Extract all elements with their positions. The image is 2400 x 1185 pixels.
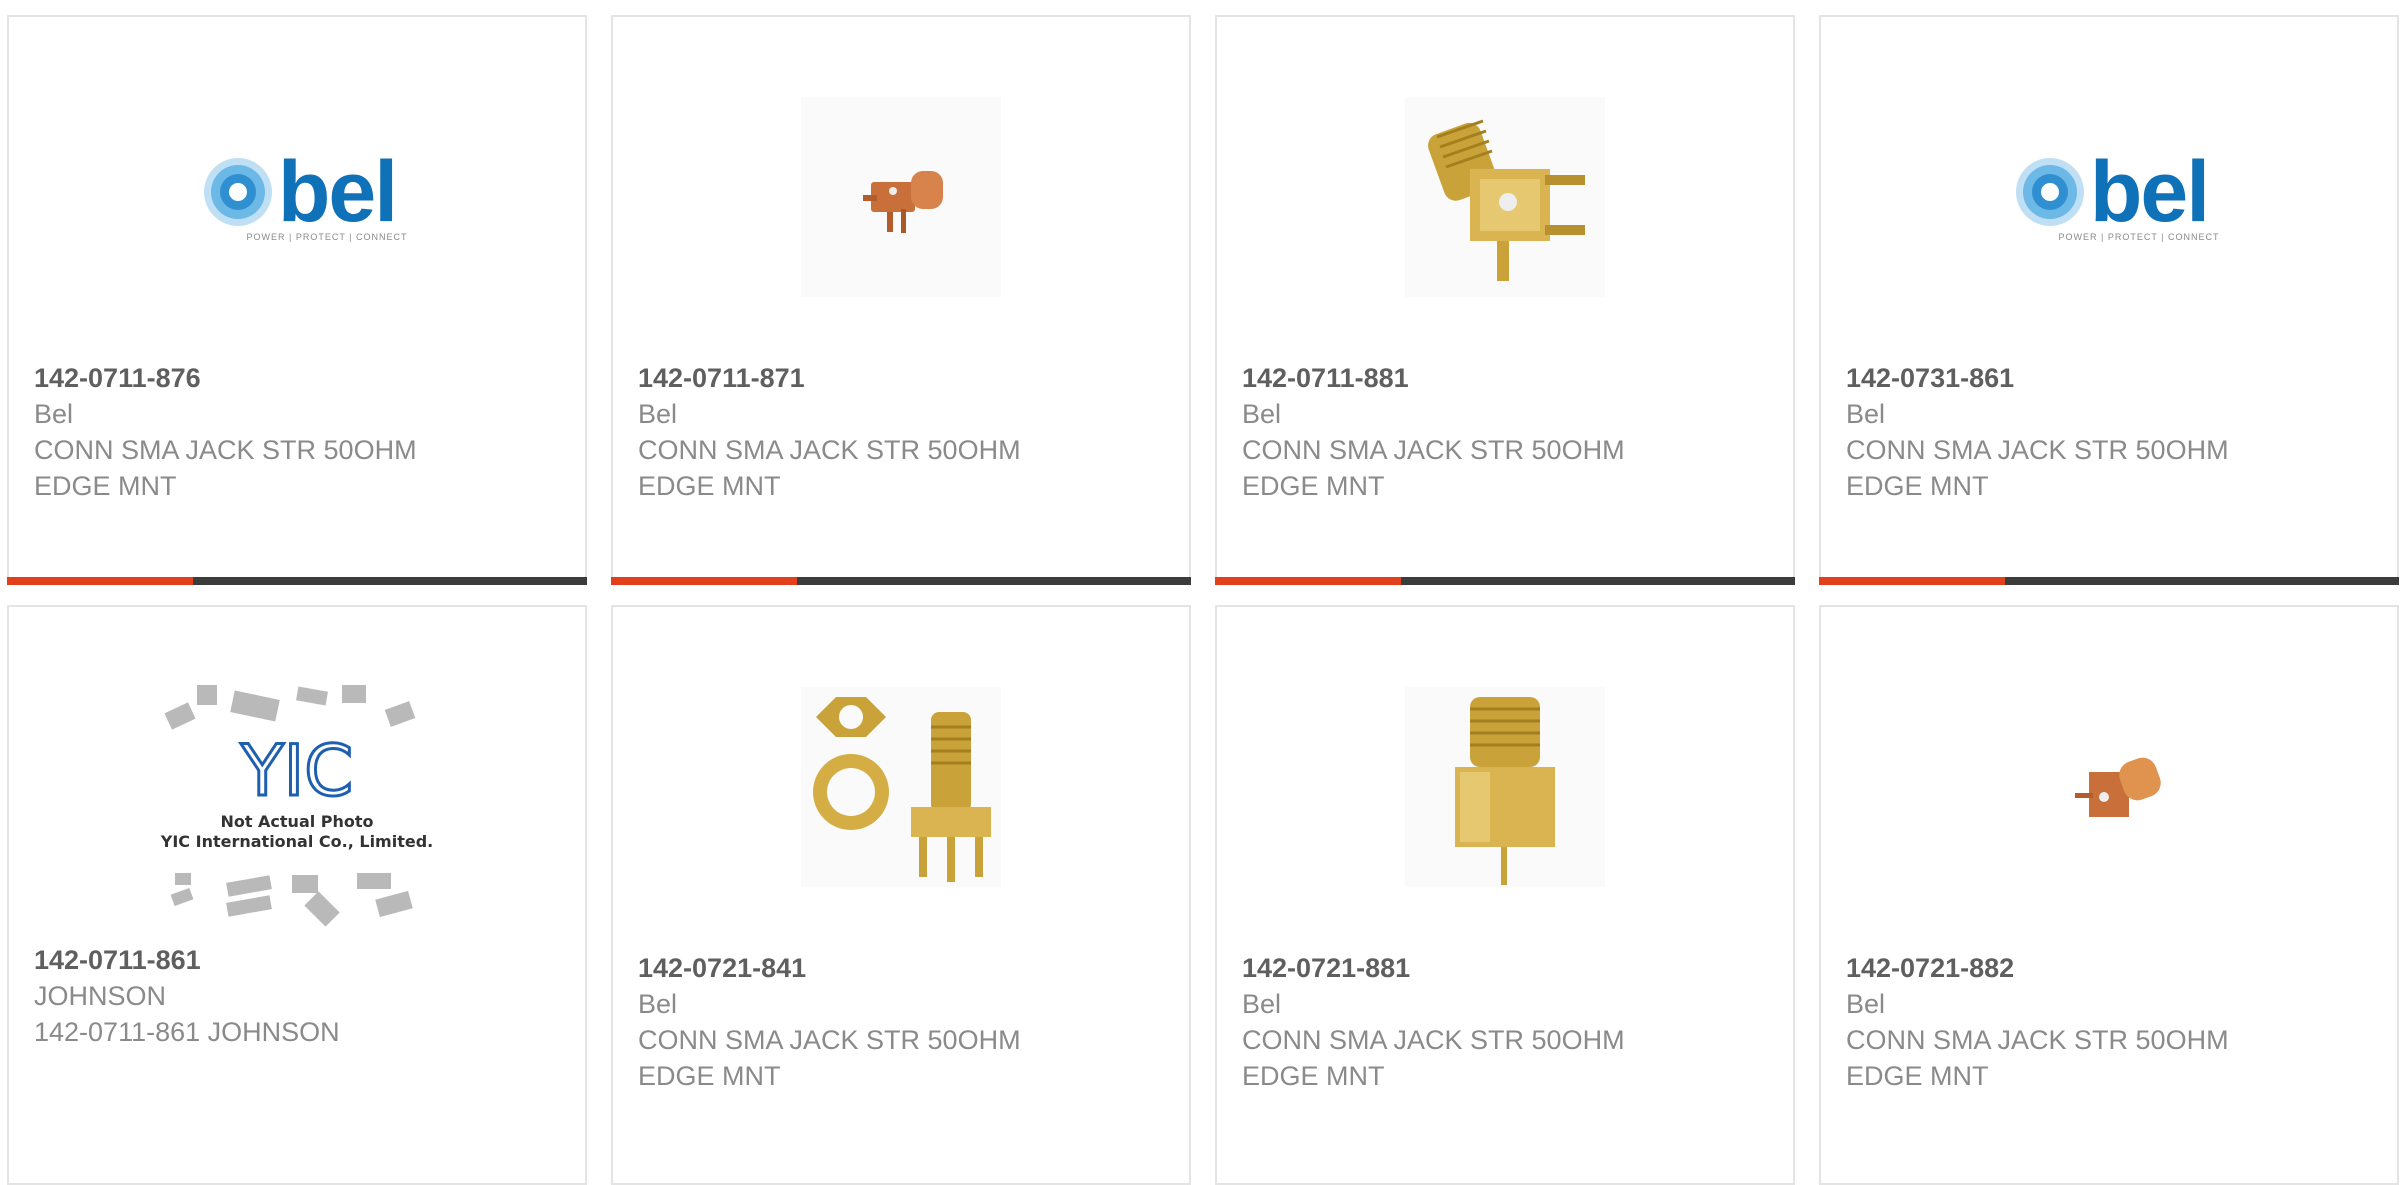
description: CONN SMA JACK STR 50OHM EDGE MNT: [1846, 435, 2229, 501]
progress-fill: [7, 577, 193, 585]
product-card[interactable]: YIC Not Actual Photo YIC International C…: [7, 605, 587, 1185]
manufacturer: Bel: [638, 989, 678, 1019]
bel-globe-icon: [2015, 158, 2084, 226]
bel-logo: bel POWER | PROTECT | CONNECT: [186, 144, 408, 242]
manufacturer: Bel: [34, 399, 74, 429]
product-card[interactable]: 142-0721-881 Bel CONN SMA JACK STR 50OHM…: [1215, 605, 1795, 1185]
product-image[interactable]: [1821, 667, 2397, 907]
placeholder-company: YIC International Co., Limited.: [160, 832, 433, 851]
gold-sma-with-nut-image: [801, 687, 1001, 887]
description: 142-0711-861 JOHNSON: [34, 1017, 340, 1047]
product-card[interactable]: 142-0721-882 Bel CONN SMA JACK STR 50OHM…: [1819, 605, 2399, 1185]
copper-connector-image: [2009, 687, 2209, 887]
product-image[interactable]: [1217, 77, 1793, 317]
part-number[interactable]: 142-0711-861: [34, 942, 565, 978]
part-number[interactable]: 142-0721-841: [638, 950, 1169, 986]
yic-logo: YIC: [240, 730, 353, 812]
description: CONN SMA JACK STR 50OHM EDGE MNT: [1242, 435, 1625, 501]
manufacturer: JOHNSON: [34, 981, 167, 1011]
progress-bar: [611, 577, 1191, 585]
product-card[interactable]: bel POWER | PROTECT | CONNECT 142-0711-8…: [7, 15, 587, 585]
part-number[interactable]: 142-0721-881: [1242, 950, 1773, 986]
bel-logo: bel POWER | PROTECT | CONNECT: [1998, 144, 2220, 242]
part-number[interactable]: 142-0711-871: [638, 360, 1169, 396]
manufacturer: Bel: [1242, 399, 1282, 429]
gold-vertical-sma-image: [1405, 687, 1605, 887]
product-image[interactable]: [613, 667, 1189, 907]
progress-bar: [7, 577, 587, 585]
part-number[interactable]: 142-0721-882: [1846, 950, 2377, 986]
description: CONN SMA JACK STR 50OHM EDGE MNT: [638, 435, 1021, 501]
product-card[interactable]: 142-0721-841 Bel CONN SMA JACK STR 50OHM…: [611, 605, 1191, 1185]
description: CONN SMA JACK STR 50OHM EDGE MNT: [1846, 1025, 2229, 1091]
progress-fill: [1819, 577, 2005, 585]
manufacturer: Bel: [638, 399, 678, 429]
manufacturer: Bel: [1846, 399, 1886, 429]
product-image[interactable]: YIC Not Actual Photo YIC International C…: [9, 677, 585, 927]
bel-logo-text: bel: [277, 144, 398, 240]
progress-bar: [1215, 577, 1795, 585]
product-image[interactable]: bel POWER | PROTECT | CONNECT: [9, 77, 585, 317]
part-number[interactable]: 142-0711-881: [1242, 360, 1773, 396]
placeholder-notice: Not Actual Photo: [220, 812, 373, 831]
bel-globe-icon: [203, 158, 272, 226]
product-image[interactable]: [1217, 667, 1793, 907]
product-card[interactable]: 142-0711-881 Bel CONN SMA JACK STR 50OHM…: [1215, 15, 1795, 585]
bel-tagline: POWER | PROTECT | CONNECT: [2058, 232, 2220, 242]
product-card[interactable]: 142-0711-871 Bel CONN SMA JACK STR 50OHM…: [611, 15, 1191, 585]
manufacturer: Bel: [1846, 989, 1886, 1019]
description: CONN SMA JACK STR 50OHM EDGE MNT: [1242, 1025, 1625, 1091]
progress-bar: [1819, 577, 2399, 585]
part-number[interactable]: 142-0711-876: [34, 360, 565, 396]
gold-sma-image: [1405, 97, 1605, 297]
bel-tagline: POWER | PROTECT | CONNECT: [246, 232, 408, 242]
yic-placeholder-image: YIC Not Actual Photo YIC International C…: [160, 685, 433, 927]
description: CONN SMA JACK STR 50OHM EDGE MNT: [638, 1025, 1021, 1091]
product-card[interactable]: bel POWER | PROTECT | CONNECT 142-0731-8…: [1819, 15, 2399, 585]
description: CONN SMA JACK STR 50OHM EDGE MNT: [34, 435, 417, 501]
product-image[interactable]: bel POWER | PROTECT | CONNECT: [1821, 77, 2397, 317]
bel-logo-text: bel: [2089, 144, 2210, 240]
product-image[interactable]: [613, 77, 1189, 317]
manufacturer: Bel: [1242, 989, 1282, 1019]
part-number[interactable]: 142-0731-861: [1846, 360, 2377, 396]
progress-fill: [1215, 577, 1401, 585]
copper-connector-image: [801, 97, 1001, 297]
progress-fill: [611, 577, 797, 585]
